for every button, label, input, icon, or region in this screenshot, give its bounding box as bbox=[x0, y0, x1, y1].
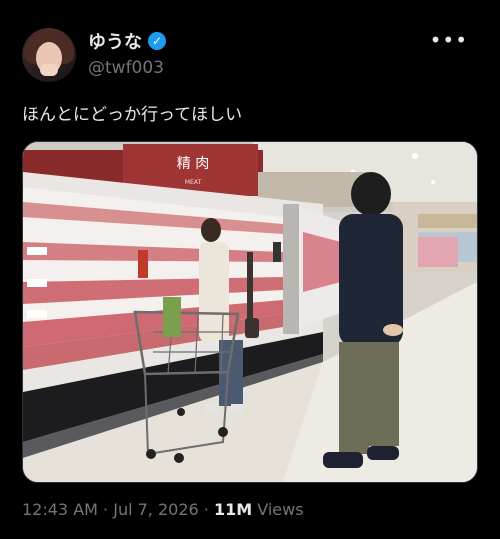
verified-badge-icon: ✓ bbox=[148, 32, 166, 50]
meta-separator: · bbox=[97, 500, 114, 519]
views-label: Views bbox=[252, 500, 304, 519]
post-time[interactable]: 12:43 AM bbox=[22, 500, 98, 519]
tweet-text: ほんとにどっか行ってほしい bbox=[22, 105, 243, 125]
more-options-icon[interactable]: ••• bbox=[430, 28, 468, 52]
meat-sign-sub-text: MEAT bbox=[185, 179, 202, 186]
tweet-photo[interactable]: 精 肉 MEAT bbox=[22, 141, 478, 483]
user-avatar-icon[interactable] bbox=[22, 28, 76, 82]
meat-sign-text: 精 肉 bbox=[177, 156, 209, 172]
tweet-meta: 12:43 AM · Jul 7, 2026 · 11M Views bbox=[22, 500, 304, 519]
display-name[interactable]: ゆうな bbox=[88, 28, 142, 54]
views-count[interactable]: 11M bbox=[214, 500, 252, 519]
tweet-header: ゆうな ✓ @twf003 ••• bbox=[22, 28, 478, 84]
meta-separator: · bbox=[198, 500, 214, 519]
user-handle[interactable]: @twf003 bbox=[88, 58, 164, 78]
author-name-row[interactable]: ゆうな ✓ bbox=[88, 28, 166, 54]
post-date[interactable]: Jul 7, 2026 bbox=[113, 500, 198, 519]
